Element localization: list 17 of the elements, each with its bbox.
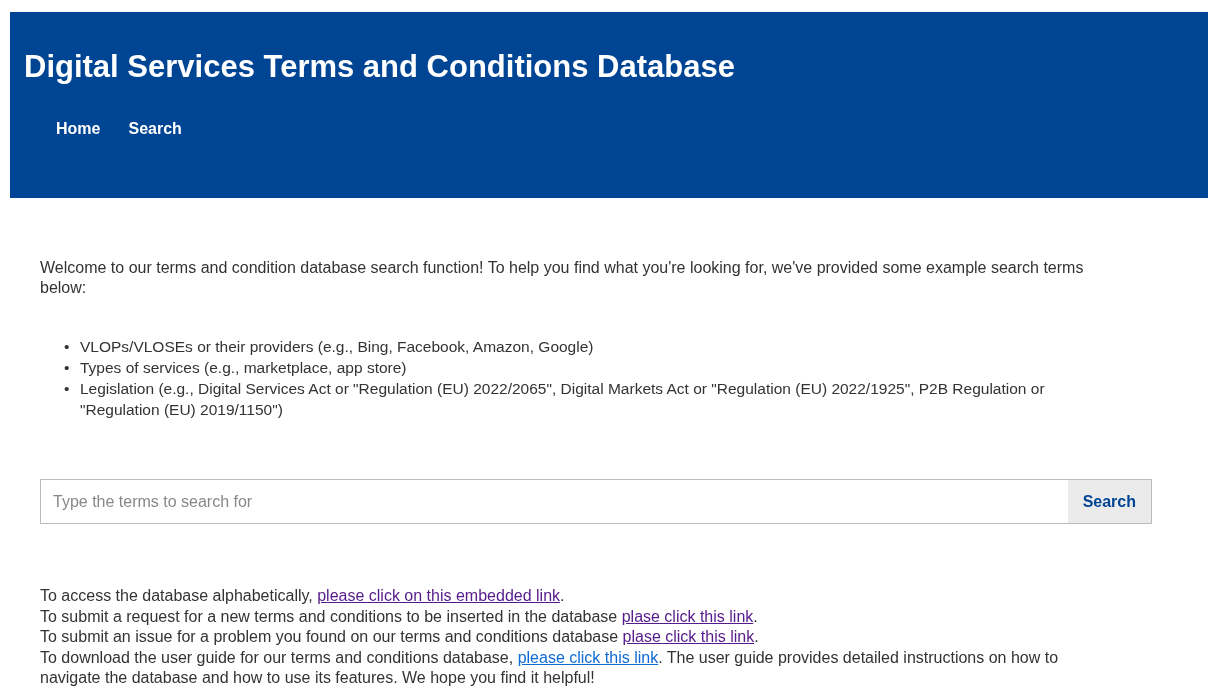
- link[interactable]: please click this link: [517, 648, 659, 666]
- nav-link[interactable]: Home: [42, 119, 115, 139]
- link[interactable]: plase click this link: [622, 628, 755, 645]
- bullet: •: [64, 358, 71, 378]
- bullet: •: [64, 379, 71, 399]
- info-sentence: To submit a request for a new terms and conditions to be inserted in the database plase click this link.: [40, 606, 759, 627]
- example-item: Types of services (e.g., marketplace, app store): [80, 358, 408, 378]
- link[interactable]: plase click this link: [621, 607, 754, 625]
- info-sentence: To download the user guide for our terms and conditions database, please click this link. The user guide provides detailed instructions on how to navigate the database and how to use its features. We hope you find it helpful!: [40, 647, 1060, 688]
- info-sentence: To submit an issue for a problem you found on our terms and conditions database plase click this link.: [40, 627, 760, 647]
- example-item: VLOPs/VLOSEs or their providers (e.g., Bing, Facebook, Amazon, Google): [80, 337, 595, 357]
- nav-link[interactable]: Search: [114, 119, 196, 139]
- intro-text: Welcome to our terms and condition database search function! To help you find what you're looking for, we've provided some example search terms below:: [40, 258, 1085, 298]
- info-sentence: To access the database alphabetically, please click on this embedded link.: [40, 586, 566, 606]
- bullet: •: [64, 337, 71, 357]
- site-title: Digital Services Terms and Conditions Database: [24, 48, 736, 86]
- example-item: Legislation (e.g., Digital Services Act or "Regulation (EU) 2022/2065", Digital Markets Act or "Regulation (EU) 2022/1925", P2B Regulation or "Regulation (EU) 2019/1150"): [80, 379, 1046, 420]
